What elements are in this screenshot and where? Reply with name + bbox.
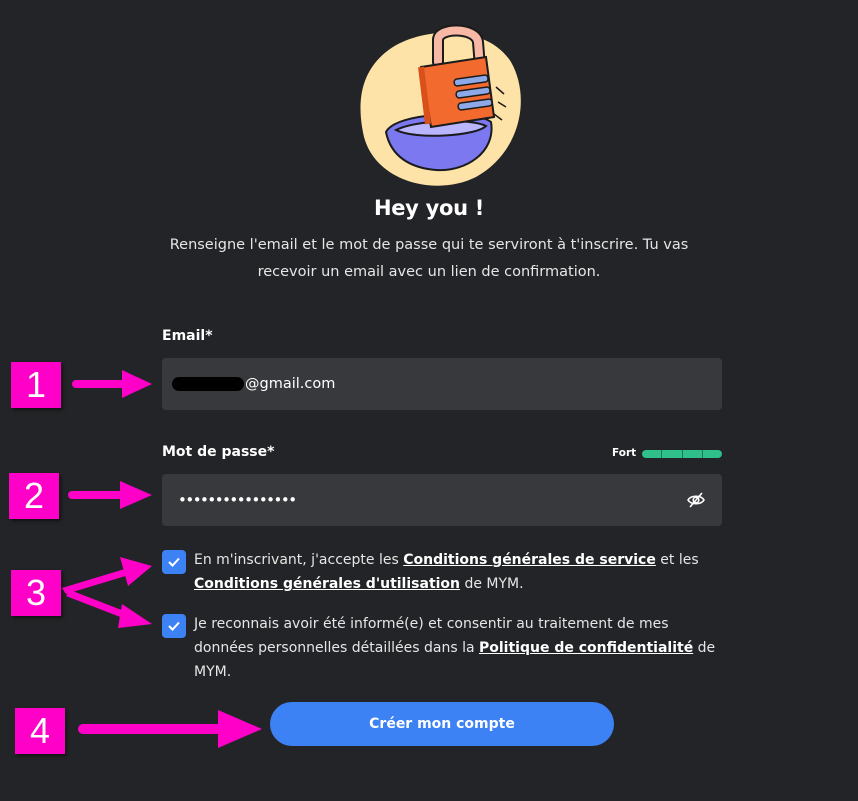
password-value: ••••••••••••••••	[178, 491, 297, 509]
password-strength-meter	[642, 450, 722, 458]
check-icon	[168, 621, 180, 631]
arrow-icon	[78, 710, 262, 748]
terms-of-service-link[interactable]: Conditions générales de service	[403, 552, 656, 568]
step-marker-1: 1	[11, 362, 61, 408]
step-marker-4: 4	[15, 708, 65, 754]
privacy-text: Je reconnais avoir été informé(e) et con…	[194, 612, 729, 684]
password-strength-label: Fort	[612, 447, 637, 459]
strength-segment	[662, 450, 683, 458]
strength-segment	[683, 450, 703, 458]
email-field[interactable]: @gmail.com	[162, 358, 722, 410]
terms-text-part: et les	[655, 552, 699, 568]
password-field[interactable]: ••••••••••••••••	[162, 474, 722, 526]
privacy-checkbox[interactable]	[162, 614, 186, 638]
check-icon	[168, 557, 180, 567]
arrow-icon	[72, 370, 152, 398]
strength-segment	[703, 450, 722, 458]
arrow-icon	[68, 481, 152, 509]
terms-of-use-link[interactable]: Conditions générales d'utilisation	[194, 576, 460, 592]
email-domain: @gmail.com	[245, 376, 336, 392]
terms-checkbox[interactable]	[162, 550, 186, 574]
step-marker-2: 2	[9, 473, 59, 519]
terms-text: En m'inscrivant, j'accepte les Condition…	[194, 548, 734, 596]
page-title: Hey you !	[373, 196, 485, 220]
create-account-button[interactable]: Créer mon compte	[270, 702, 614, 746]
email-label: Email*	[162, 328, 213, 344]
terms-text-part: En m'inscrivant, j'accepte les	[194, 552, 404, 568]
redacted-username	[172, 377, 244, 391]
page-subtitle: Renseigne l'email et le mot de passe qui…	[169, 237, 689, 280]
terms-text-part: de MYM.	[460, 576, 524, 592]
arrow-icon	[62, 557, 152, 594]
privacy-policy-link[interactable]: Politique de confidentialité	[479, 640, 693, 656]
eye-off-icon[interactable]	[686, 490, 706, 510]
strength-segment	[642, 450, 663, 458]
padlock-illustration	[360, 24, 521, 186]
arrow-icon	[66, 590, 152, 628]
password-label: Mot de passe*	[162, 444, 275, 460]
step-marker-3: 3	[11, 570, 61, 616]
email-value: @gmail.com	[172, 376, 335, 392]
